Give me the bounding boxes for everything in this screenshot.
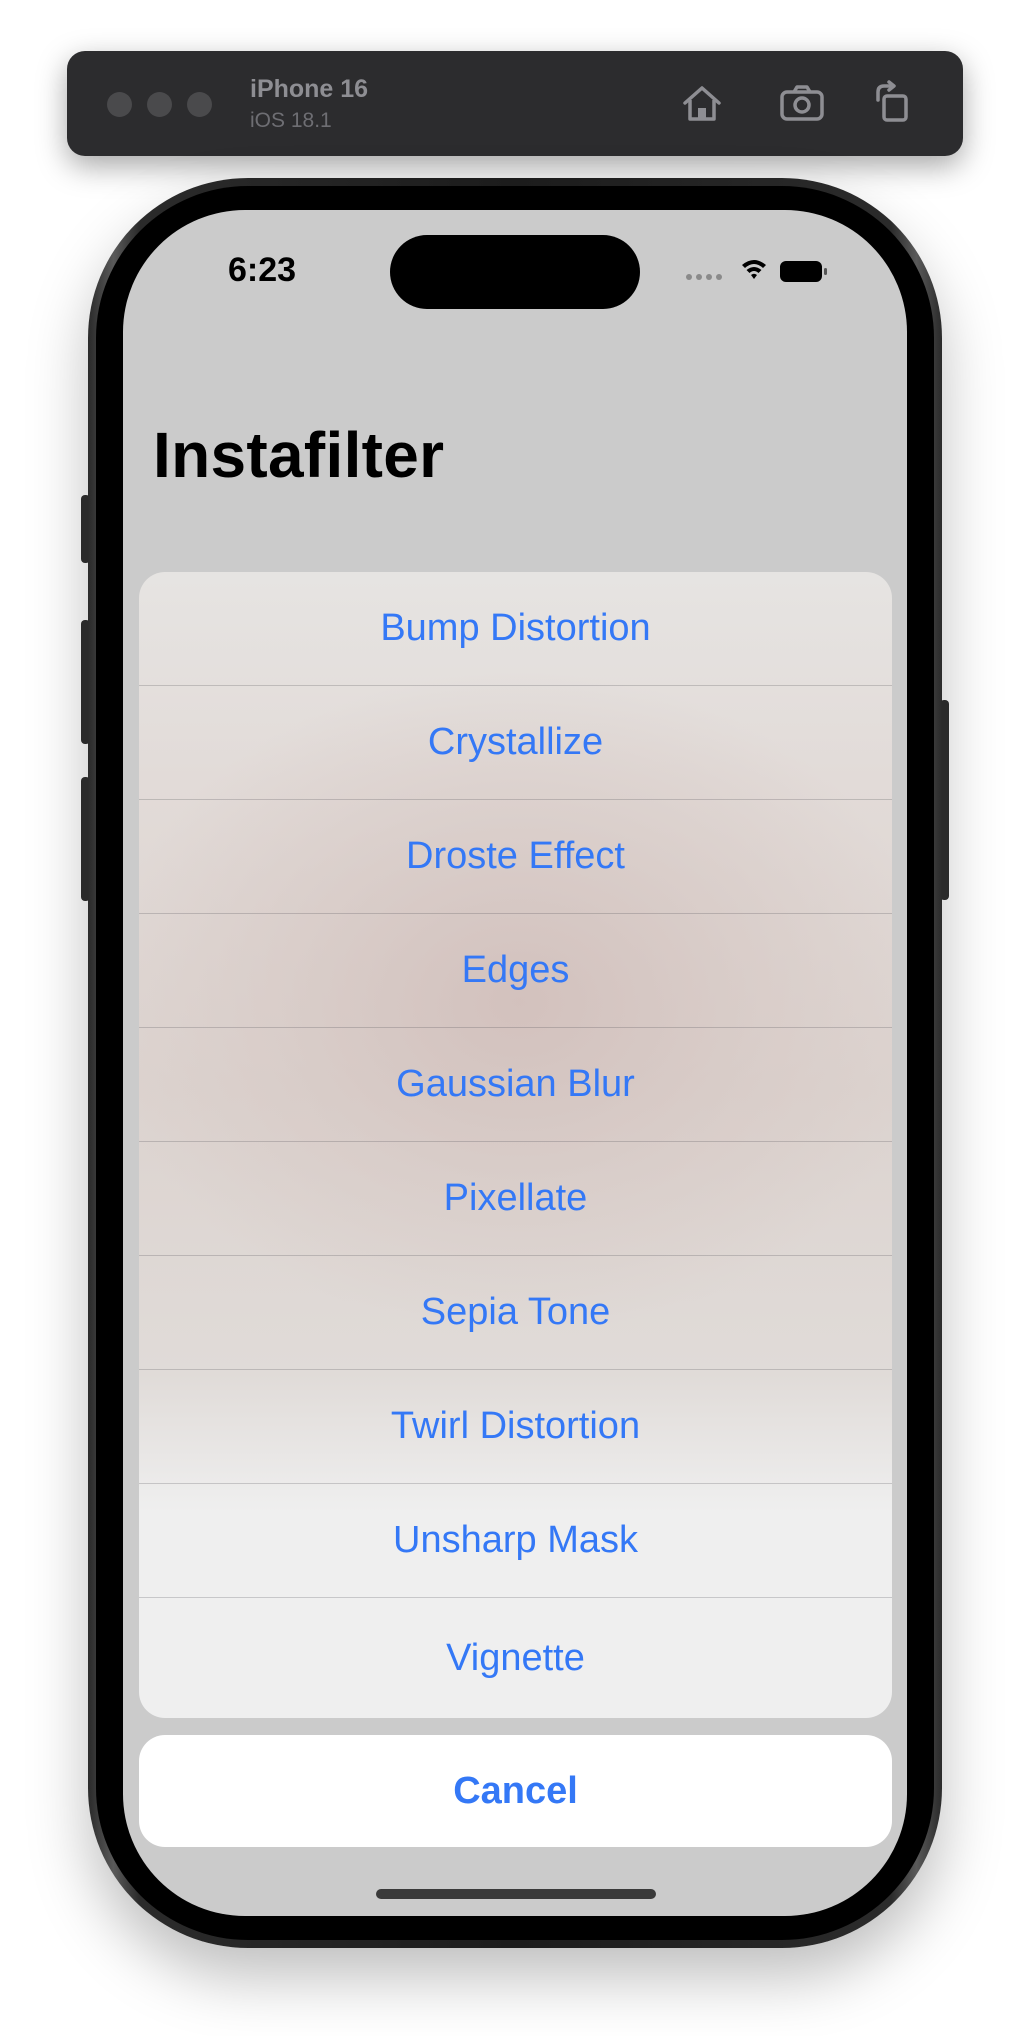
wifi-icon xyxy=(742,260,766,279)
cancel-button[interactable]: Cancel xyxy=(139,1735,892,1847)
os-version: iOS 18.1 xyxy=(250,109,332,132)
status-time: 6:23 xyxy=(228,251,297,289)
option-unsharp-mask[interactable]: Unsharp Mask xyxy=(139,1484,892,1598)
camera-icon[interactable] xyxy=(777,78,827,128)
home-icon[interactable] xyxy=(677,78,727,128)
option-gaussian-blur[interactable]: Gaussian Blur xyxy=(139,1028,892,1142)
status-icons xyxy=(686,260,827,282)
option-edges[interactable]: Edges xyxy=(139,914,892,1028)
dynamic-island xyxy=(390,235,640,309)
device-name: iPhone 16 xyxy=(250,75,369,103)
zoom-window-button[interactable] xyxy=(187,92,212,117)
option-sepia-tone[interactable]: Sepia Tone xyxy=(139,1256,892,1370)
page-title: Instafilter xyxy=(153,419,445,491)
option-twirl-distortion[interactable]: Twirl Distortion xyxy=(139,1370,892,1484)
option-droste-effect[interactable]: Droste Effect xyxy=(139,800,892,914)
rotate-icon[interactable] xyxy=(869,78,919,128)
simulator-toolbar: iPhone 16 iOS 18.1 xyxy=(67,51,963,156)
device-screen: 6:23 Instafilter Bump Distortion Crystal… xyxy=(123,210,907,1916)
close-window-button[interactable] xyxy=(107,92,132,117)
action-sheet: Bump Distortion Crystallize Droste Effec… xyxy=(139,572,892,1718)
cellular-dots-icon xyxy=(686,274,722,280)
option-pixellate[interactable]: Pixellate xyxy=(139,1142,892,1256)
battery-icon xyxy=(780,261,827,282)
home-indicator[interactable] xyxy=(376,1889,656,1899)
minimize-window-button[interactable] xyxy=(147,92,172,117)
option-vignette[interactable]: Vignette xyxy=(139,1598,892,1718)
option-crystallize[interactable]: Crystallize xyxy=(139,686,892,800)
option-bump-distortion[interactable]: Bump Distortion xyxy=(139,572,892,686)
